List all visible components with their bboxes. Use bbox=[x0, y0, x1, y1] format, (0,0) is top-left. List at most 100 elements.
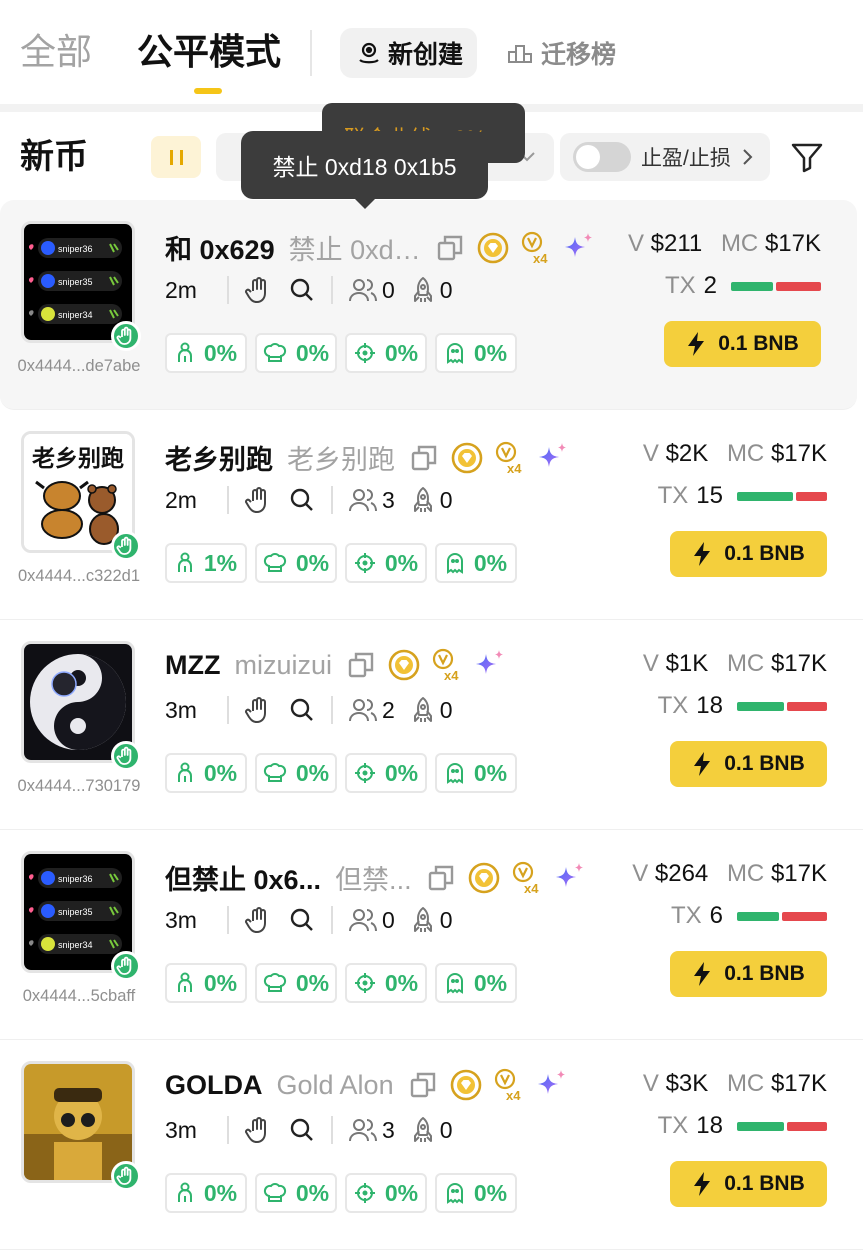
sniper-pill: 0% bbox=[345, 333, 427, 373]
quick-buy-button[interactable]: 0.1 BNB bbox=[670, 531, 827, 577]
svg-text:x4: x4 bbox=[533, 251, 548, 265]
pause-button[interactable] bbox=[151, 136, 201, 178]
section-title: 新币 bbox=[20, 138, 88, 176]
podium-icon bbox=[507, 40, 533, 66]
search-icon[interactable] bbox=[289, 697, 315, 723]
token-row[interactable]: sniper36 sniper35 sniper34 0x4444...de7abe… bbox=[0, 200, 857, 410]
token-avatar-wrap[interactable] bbox=[21, 1061, 141, 1191]
sniper-pill: 0% bbox=[345, 543, 427, 583]
token-row[interactable]: GOLDA Gold Alon x4 3m 3 0 0% 0% 0% 0% V $3K… bbox=[0, 1040, 863, 1250]
tx-info: TX 15 bbox=[658, 482, 827, 510]
token-row[interactable]: sniper36 sniper35 sniper34 0x4444...5cbaff… bbox=[0, 830, 863, 1040]
lightning-icon bbox=[686, 331, 706, 357]
buy-bar bbox=[737, 911, 779, 921]
top-holder-pill: 0% bbox=[255, 333, 337, 373]
token-address[interactable]: 0x4444...730179 bbox=[9, 777, 149, 796]
sniper-pill: 0% bbox=[345, 753, 427, 793]
sparkle-icon[interactable] bbox=[534, 1068, 568, 1102]
token-address[interactable]: 0x4444...de7abe bbox=[9, 357, 149, 376]
volume-mcap: V $264 MC $17K bbox=[632, 860, 827, 887]
sniper-icon bbox=[354, 1182, 376, 1204]
token-address[interactable]: 0x4444...5cbaff bbox=[9, 987, 149, 1006]
dev-hold-icon bbox=[175, 972, 195, 994]
token-avatar-wrap[interactable] bbox=[21, 641, 141, 771]
token-avatar-wrap[interactable]: 老乡别跑 bbox=[21, 431, 141, 561]
quick-buy-button[interactable]: 0.1 BNB bbox=[670, 1161, 827, 1207]
lightning-icon bbox=[692, 751, 712, 777]
holders-metric: 0 bbox=[348, 277, 395, 304]
copy-icon[interactable] bbox=[426, 863, 456, 893]
sparkle-icon[interactable] bbox=[535, 441, 569, 475]
filter-funnel-icon[interactable] bbox=[788, 138, 826, 176]
v-badge-icon: x4 bbox=[495, 441, 525, 475]
insider-icon bbox=[445, 342, 465, 364]
copy-icon[interactable] bbox=[409, 443, 439, 473]
top-holder-icon bbox=[263, 342, 287, 364]
tx-info: TX 6 bbox=[671, 902, 827, 930]
token-row[interactable]: 老乡别跑 0x4444...c322d1 老乡别跑 老乡别跑 x4 2m 3 0… bbox=[0, 410, 863, 620]
rocket-metric: 0 bbox=[411, 486, 453, 514]
token-avatar-wrap[interactable]: sniper36 sniper35 sniper34 bbox=[21, 851, 141, 981]
holders-metric: 3 bbox=[348, 487, 395, 514]
insider-pill: 0% bbox=[435, 543, 517, 583]
hand-icon[interactable] bbox=[244, 486, 271, 514]
top-holder-pill: 0% bbox=[255, 1173, 337, 1213]
buy-bar bbox=[737, 1121, 784, 1131]
tp-sl-toggle[interactable] bbox=[573, 142, 631, 172]
search-icon[interactable] bbox=[289, 907, 315, 933]
buy-sell-ratio-bar bbox=[737, 911, 827, 921]
copy-icon[interactable] bbox=[435, 233, 465, 263]
name-tooltip: 禁止 0xd18 0x1b5 bbox=[241, 131, 488, 209]
tab-new-created[interactable]: 新创建 bbox=[340, 28, 477, 78]
tx-count: 18 bbox=[696, 1112, 723, 1139]
copy-icon[interactable] bbox=[346, 650, 376, 680]
search-icon[interactable] bbox=[289, 1117, 315, 1143]
rocket-count: 0 bbox=[439, 906, 453, 933]
token-full-name: mizuizui bbox=[234, 649, 333, 680]
search-icon[interactable] bbox=[289, 487, 315, 513]
volume-value: $211 bbox=[650, 230, 703, 257]
copy-icon[interactable] bbox=[408, 1070, 438, 1100]
token-age: 3m bbox=[165, 696, 197, 723]
quick-buy-button[interactable]: 0.1 BNB bbox=[670, 951, 827, 997]
search-icon[interactable] bbox=[289, 277, 315, 303]
sparkle-icon[interactable] bbox=[552, 861, 586, 895]
hand-icon[interactable] bbox=[244, 1116, 271, 1144]
sniper-icon bbox=[354, 972, 376, 994]
tp-sl-toggle-box[interactable]: 止盈/止损 bbox=[560, 133, 770, 181]
top-holder-icon bbox=[263, 552, 287, 574]
quick-buy-button[interactable]: 0.1 BNB bbox=[670, 741, 827, 787]
tab-all[interactable]: 全部 bbox=[20, 30, 92, 74]
sniper-pill: 0% bbox=[345, 1173, 427, 1213]
buy-bar bbox=[737, 701, 784, 711]
insider-icon bbox=[445, 972, 465, 994]
buy-sell-ratio-bar bbox=[737, 1121, 827, 1131]
svg-text:sniper36: sniper36 bbox=[58, 244, 93, 254]
token-stats: 0% 0% 0% 0% bbox=[165, 333, 517, 373]
mcap-value: $17K bbox=[764, 230, 821, 257]
insider-icon bbox=[445, 552, 465, 574]
insider-pill: 0% bbox=[435, 1173, 517, 1213]
tab-migrate-rank[interactable]: 迁移榜 bbox=[507, 28, 616, 78]
rocket-metric: 0 bbox=[411, 906, 453, 934]
sparkle-icon[interactable] bbox=[561, 231, 595, 265]
insider-pill: 0% bbox=[435, 333, 517, 373]
token-avatar-wrap[interactable]: sniper36 sniper35 sniper34 bbox=[21, 221, 141, 351]
hand-icon[interactable] bbox=[244, 696, 271, 724]
tab-fair-mode[interactable]: 公平模式 bbox=[137, 30, 281, 74]
v-badge-icon: x4 bbox=[494, 1068, 524, 1102]
token-row[interactable]: 0x4444...730179 MZZ mizuizui x4 3m 2 0 0… bbox=[0, 620, 863, 830]
v-badge-icon: x4 bbox=[512, 861, 542, 895]
mcap-value: $17K bbox=[770, 650, 827, 677]
buy-sell-ratio-bar bbox=[731, 281, 821, 291]
dev-hold-pill: 0% bbox=[165, 753, 247, 793]
hand-icon[interactable] bbox=[244, 276, 271, 304]
svg-text:sniper34: sniper34 bbox=[58, 310, 93, 320]
quick-buy-button[interactable]: 0.1 BNB bbox=[664, 321, 821, 367]
hand-icon[interactable] bbox=[244, 906, 271, 934]
sparkle-icon[interactable] bbox=[472, 648, 506, 682]
holders-metric: 2 bbox=[348, 697, 395, 724]
token-address[interactable]: 0x4444...c322d1 bbox=[9, 567, 149, 586]
dev-hold-pill: 0% bbox=[165, 963, 247, 1003]
volume-mcap: V $211 MC $17K bbox=[627, 230, 821, 257]
